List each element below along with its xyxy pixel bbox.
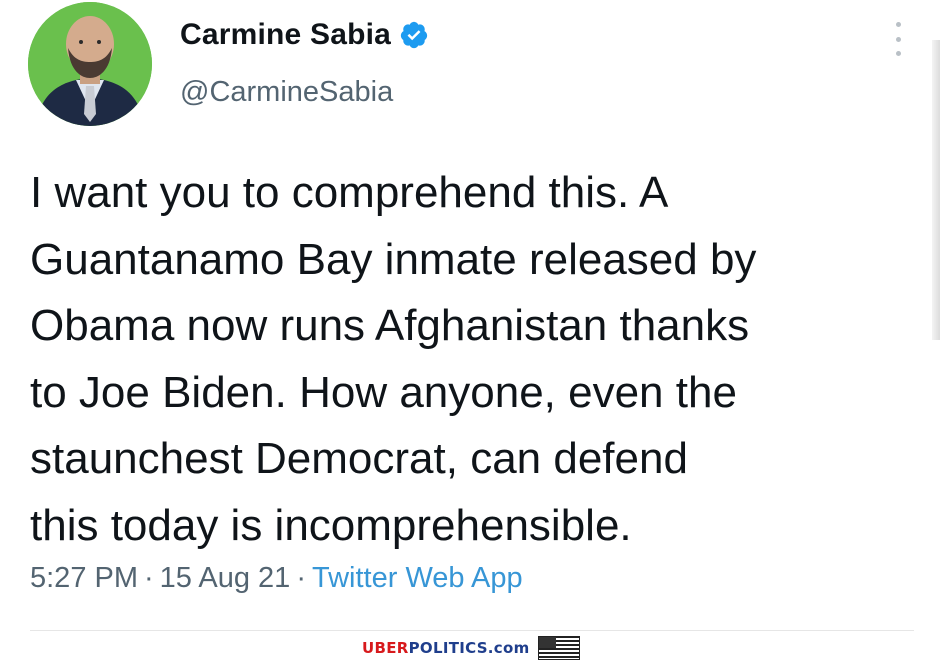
tweet-text-line: Guantanamo Bay inmate released by	[30, 234, 757, 284]
author-name-row: Carmine Sabia	[180, 18, 429, 52]
avatar-image	[28, 2, 152, 126]
watermark-blue-part: POLITICS.com	[408, 639, 530, 657]
meta-separator: ·	[144, 562, 154, 594]
watermark: UBERPOLITICS.com	[362, 636, 580, 660]
meta-separator: ·	[296, 562, 306, 594]
tweet-text: I want you to comprehend this. A Guantan…	[30, 160, 930, 559]
tweet-date[interactable]: 15 Aug 21	[160, 562, 291, 594]
more-dot	[895, 51, 901, 56]
tweet-text-line: Obama now runs Afghanistan thanks	[30, 301, 750, 350]
watermark-text: UBERPOLITICS.com	[362, 639, 530, 657]
tweet-text-line: to Joe Biden. How anyone, even the	[30, 367, 737, 417]
author-handle[interactable]: @CarmineSabia	[180, 76, 393, 109]
tweet-text-line: staunchest Democrat, can defend	[30, 434, 688, 483]
tweet-source-link[interactable]: Twitter Web App	[312, 562, 523, 594]
more-vertical-icon[interactable]	[888, 22, 908, 56]
verified-badge-icon	[400, 21, 428, 49]
tweet-text-line: this today is incomprehensible.	[30, 500, 632, 550]
watermark-red-part: UBER	[362, 639, 409, 657]
divider	[30, 630, 914, 631]
us-flag-icon	[537, 636, 580, 660]
author-display-name[interactable]: Carmine Sabia	[180, 18, 391, 52]
tweet-card: Carmine Sabia @CarmineSabia I want you t…	[0, 0, 940, 663]
author-avatar[interactable]	[28, 2, 152, 126]
more-dot	[895, 36, 901, 42]
tweet-meta: 5:27 PM · 15 Aug 21 · Twitter Web App	[30, 562, 523, 595]
scrollbar[interactable]	[932, 40, 940, 340]
tweet-time[interactable]: 5:27 PM	[30, 562, 138, 594]
tweet-text-line: I want you to comprehend this. A	[30, 168, 669, 217]
more-dot	[895, 22, 901, 27]
